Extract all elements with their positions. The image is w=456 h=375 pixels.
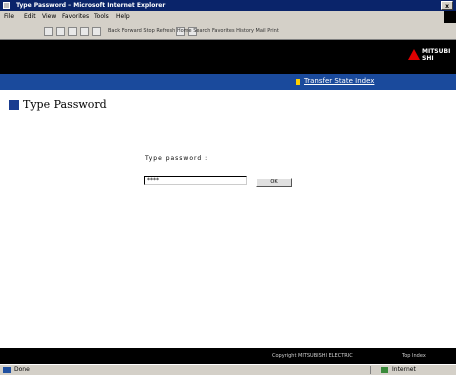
window-title: Type Password – Microsoft Internet Explo… [16, 2, 166, 9]
menu-favorites[interactable]: Favorites [62, 11, 89, 23]
triangle-logo-icon [408, 49, 420, 60]
company-logo: MITSUBI SHI [408, 48, 452, 64]
close-button[interactable]: x [441, 1, 453, 10]
site-header: MITSUBI SHI [0, 40, 456, 74]
nav-link[interactable]: Transfer State Index [304, 76, 374, 87]
page-done-icon [3, 367, 11, 373]
title-square-icon [9, 100, 19, 110]
browser-toolbar: Back Forward Stop Refresh Home Search Fa… [0, 23, 456, 40]
forward-icon[interactable] [56, 27, 65, 36]
window-title-bar: Type Password – Microsoft Internet Explo… [0, 0, 456, 11]
browser-icon [3, 2, 10, 9]
status-divider [370, 366, 371, 374]
menu-file[interactable]: File [4, 11, 14, 23]
refresh-icon[interactable] [80, 27, 89, 36]
logo-text-line1: MITSUBI [422, 48, 451, 55]
bullet-icon [296, 79, 300, 85]
zone-text: Internet [392, 366, 416, 373]
back-icon[interactable] [44, 27, 53, 36]
page-title-text: Type Password [23, 98, 107, 111]
footer-copyright: Copyright MITSUBISHI ELECTRIC [272, 353, 353, 359]
status-text: Done [14, 366, 30, 373]
menu-view[interactable]: View [42, 11, 56, 23]
toolbar-labels: Back Forward Stop Refresh Home Search Fa… [108, 28, 279, 34]
site-footer: Copyright MITSUBISHI ELECTRIC Top Index [0, 348, 456, 364]
menu-tools[interactable]: Tools [94, 11, 109, 23]
menu-help[interactable]: Help [116, 11, 130, 23]
status-bar: Done Internet [0, 364, 456, 375]
password-label: Type password : [145, 155, 209, 162]
windows-logo-icon [444, 11, 456, 23]
menu-edit[interactable]: Edit [24, 11, 36, 23]
navigation-bar: Transfer State Index [0, 74, 456, 90]
stop-icon[interactable] [68, 27, 77, 36]
menu-bar: File Edit View Favorites Tools Help [0, 11, 456, 23]
home-icon[interactable] [92, 27, 101, 36]
logo-text-line2: SHI [422, 55, 434, 62]
ok-button[interactable]: OK [256, 178, 292, 187]
internet-zone-icon [381, 367, 388, 373]
password-input[interactable]: **** [144, 176, 247, 185]
footer-link[interactable]: Top Index [402, 348, 426, 364]
